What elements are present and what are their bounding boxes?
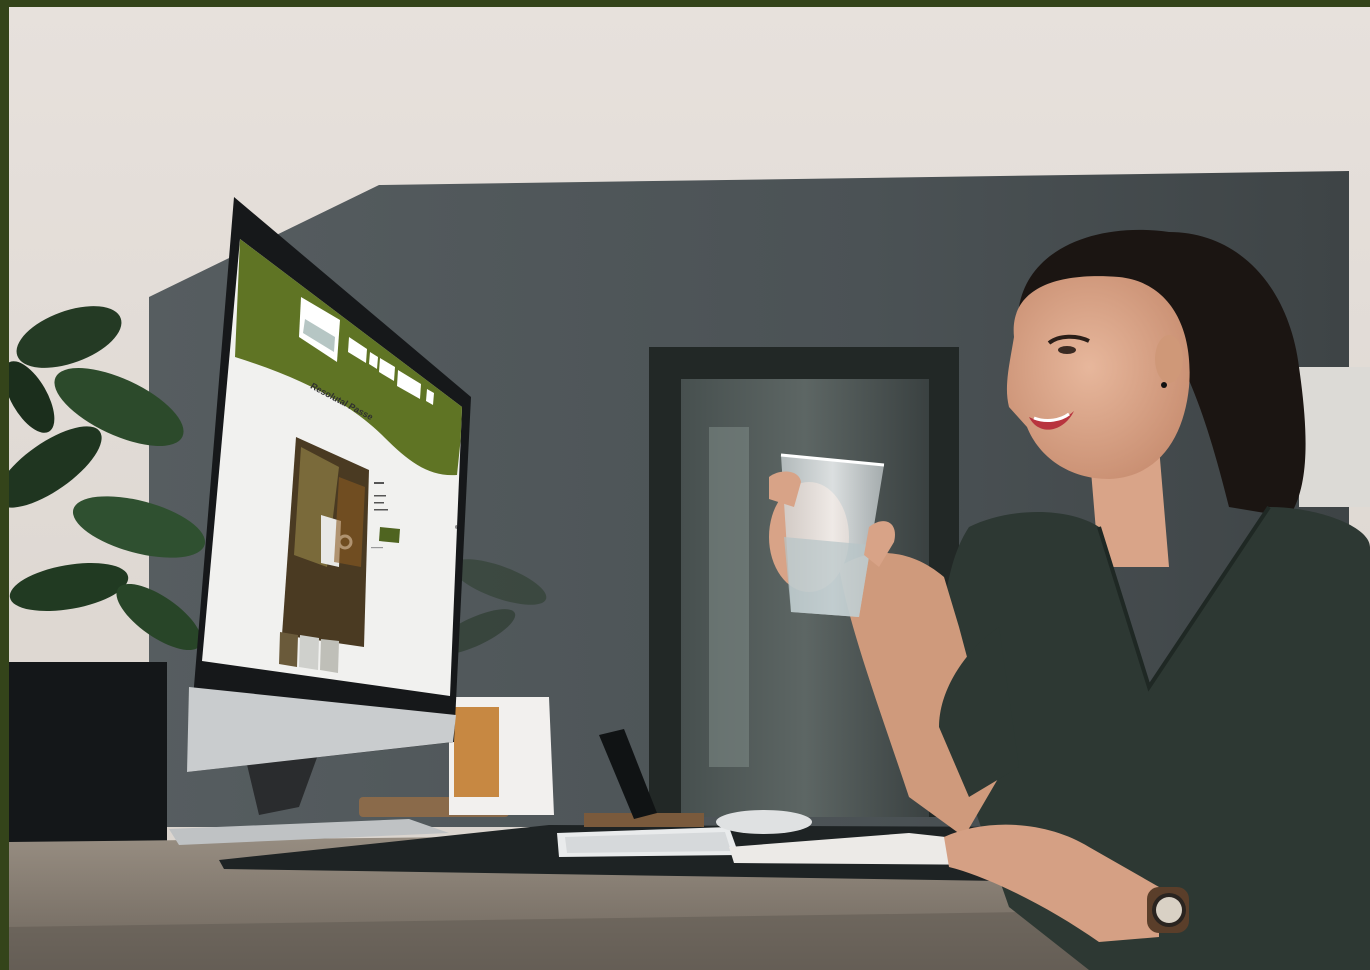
mouse: [716, 810, 812, 834]
cabinet: [1299, 367, 1370, 507]
office-photo: [9, 7, 1370, 970]
photo-frame: Resolutal Passe: [9, 7, 1370, 970]
